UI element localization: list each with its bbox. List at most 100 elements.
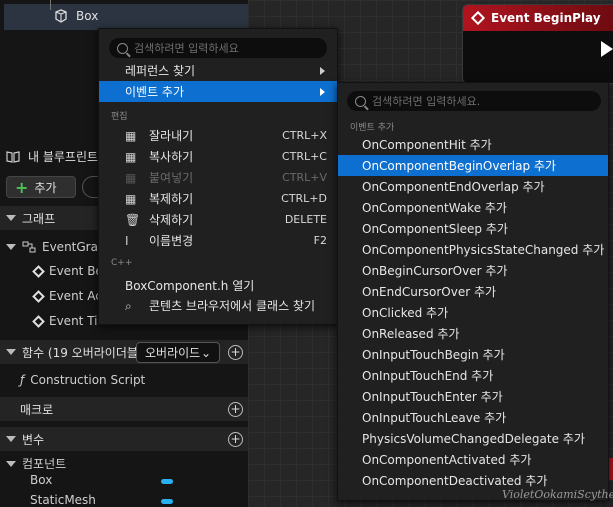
open-header-label: BoxComponent.h 열기 [125, 279, 255, 293]
add-variable-icon[interactable]: + [228, 432, 243, 447]
delete-item[interactable]: 🗑 삭제하기 DELETE [99, 209, 337, 230]
cut-shortcut: CTRL+X [282, 129, 327, 142]
component-tree-selected-row[interactable] [4, 4, 248, 30]
copy-item[interactable]: ▦ 복사하기 CTRL+C [99, 146, 337, 167]
paste-icon: ▦ [125, 170, 137, 185]
submenu-event-item[interactable]: OnComponentActivated 추가 [338, 449, 608, 470]
duplicate-item[interactable]: ▦ 복제하기 CTRL+D [99, 188, 337, 209]
rename-shortcut: F2 [313, 234, 327, 247]
event-label: Event Be [49, 264, 103, 278]
delete-shortcut: DELETE [284, 213, 327, 226]
trash-icon: 🗑 [125, 212, 141, 227]
submenu-event-item[interactable]: OnBeginCursorOver 추가 [338, 260, 608, 281]
add-event-item[interactable]: 이벤트 추가 [99, 81, 337, 102]
submenu-event-item[interactable]: OnInputTouchLeave 추가 [338, 407, 608, 428]
add-event-label: 이벤트 추가 [125, 85, 185, 99]
menu-search-input[interactable]: 검색하려면 입력하세요 [109, 38, 327, 58]
submenu-event-item[interactable]: OnComponentSleep 추가 [338, 218, 608, 239]
caret-down-icon [6, 349, 16, 355]
copy-label: 복사하기 [149, 150, 194, 164]
menu-search-placeholder: 검색하려면 입력하세요 [134, 42, 239, 55]
submenu-search-placeholder: 검색하려면 입력하세요. [372, 95, 481, 108]
variable-label: StaticMesh [30, 493, 96, 507]
variable-row[interactable]: Box [30, 473, 52, 487]
copy-icon: ▦ [125, 149, 137, 164]
submenu-event-item[interactable]: OnComponentHit 추가 [338, 134, 608, 155]
duplicate-icon: ▦ [125, 191, 137, 206]
rename-item[interactable]: Ⅰ 이름변경 F2 [99, 230, 337, 251]
context-menu: 검색하려면 입력하세요 레퍼런스 찾기 이벤트 추가 편집 ▦ 잘라내기 CTR… [98, 28, 338, 325]
submenu-event-item[interactable]: OnComponentEndOverlap 추가 [338, 176, 608, 197]
tree-line [50, 0, 51, 10]
component-box-row[interactable]: Box [54, 9, 98, 23]
copy-shortcut: CTRL+C [281, 150, 327, 163]
my-blueprint-tab[interactable]: 내 블루프린트 [6, 148, 98, 165]
construction-script-label: Construction Script [30, 373, 146, 387]
submenu-event-item[interactable]: PhysicsVolumeChangedDelegate 추가 [338, 428, 608, 449]
add-button[interactable]: + 추가 [6, 176, 76, 198]
caret-down-icon [6, 215, 16, 221]
event-graph-row[interactable]: EventGrap [6, 240, 106, 254]
event-row[interactable]: Event Tic [32, 314, 104, 328]
macros-section-label: 매크로 [20, 402, 54, 417]
find-references-item[interactable]: 레퍼런스 찾기 [99, 60, 337, 81]
add-macro-icon[interactable]: + [228, 402, 243, 417]
cut-label: 잘라내기 [149, 129, 194, 143]
plus-icon: + [15, 177, 29, 197]
event-row[interactable]: Event Ac [32, 289, 102, 303]
macros-section[interactable]: 매크로 [0, 397, 248, 421]
event-node-title: Event BeginPlay [491, 11, 601, 25]
submenu-event-item[interactable]: OnInputTouchEnter 추가 [338, 386, 608, 407]
submenu-event-item[interactable]: OnEndCursorOver 추가 [338, 281, 608, 302]
cut-icon: ▦ [125, 128, 137, 143]
functions-section-label: 함수 (19 오버라이더블) [22, 345, 143, 360]
event-label: Event Ac [49, 289, 102, 303]
variable-type-pill [161, 499, 173, 504]
submenu-event-item[interactable]: OnComponentBeginOverlap 추가 [338, 155, 608, 176]
search-icon [117, 42, 128, 54]
function-icon: ƒ [20, 373, 25, 387]
event-beginplay-node[interactable]: Event BeginPlay [462, 4, 613, 84]
add-function-icon[interactable]: + [228, 345, 243, 360]
component-box-label: Box [76, 9, 99, 23]
caret-down-icon [6, 436, 16, 442]
chevron-down-icon: ⌄ [200, 346, 211, 360]
components-category-row[interactable]: 컴포넌트 [6, 455, 66, 472]
my-blueprint-title: 내 블루프린트 [28, 150, 99, 164]
rename-icon: Ⅰ [125, 233, 129, 248]
submenu-search-input[interactable]: 검색하려면 입력하세요. [347, 91, 601, 111]
chevron-right-icon [320, 66, 325, 75]
event-row[interactable]: Event Be [32, 264, 103, 278]
submenu-header: 이벤트 추가 [350, 123, 395, 133]
variables-section[interactable]: 변수 [0, 427, 248, 451]
chevron-right-icon [320, 87, 325, 96]
variable-label: Box [30, 473, 53, 487]
paste-item[interactable]: ▦ 붙여넣기 CTRL+V [99, 167, 337, 188]
submenu-event-item[interactable]: OnComponentPhysicsStateChanged 추가 [338, 239, 608, 260]
components-label: 컴포넌트 [22, 457, 67, 471]
submenu-event-item[interactable]: OnInputTouchEnd 추가 [338, 365, 608, 386]
event-icon [470, 10, 486, 26]
event-graph-label: EventGrap [42, 240, 106, 254]
submenu-event-item[interactable]: OnClicked 추가 [338, 302, 608, 323]
edit-header: 편집 [111, 112, 128, 122]
find-in-browser-item[interactable]: ⌕ 콘텐츠 브라우저에서 클래스 찾기 [99, 295, 337, 316]
override-label: 오버라이드 [145, 346, 201, 360]
caret-down-icon [6, 244, 16, 250]
exec-pin-icon[interactable] [601, 41, 613, 57]
open-header-item[interactable]: BoxComponent.h 열기 [99, 275, 337, 296]
duplicate-label: 복제하기 [149, 192, 194, 206]
duplicate-shortcut: CTRL+D [281, 192, 327, 205]
submenu-event-item[interactable]: OnReleased 추가 [338, 323, 608, 344]
variable-row[interactable]: StaticMesh [30, 493, 96, 507]
submenu-event-item[interactable]: OnComponentWake 추가 [338, 197, 608, 218]
cut-item[interactable]: ▦ 잘라내기 CTRL+X [99, 125, 337, 146]
override-dropdown[interactable]: 오버라이드 ⌄ [136, 342, 220, 363]
add-button-label: 추가 [34, 180, 57, 195]
find-in-browser-label: 콘텐츠 브라우저에서 클래스 찾기 [149, 299, 316, 313]
variable-type-pill [161, 479, 173, 484]
cpp-header: C++ [111, 258, 133, 268]
construction-script-row[interactable]: ƒ Construction Script [20, 373, 145, 387]
paste-label: 붙여넣기 [149, 171, 194, 185]
submenu-event-item[interactable]: OnInputTouchBegin 추가 [338, 344, 608, 365]
